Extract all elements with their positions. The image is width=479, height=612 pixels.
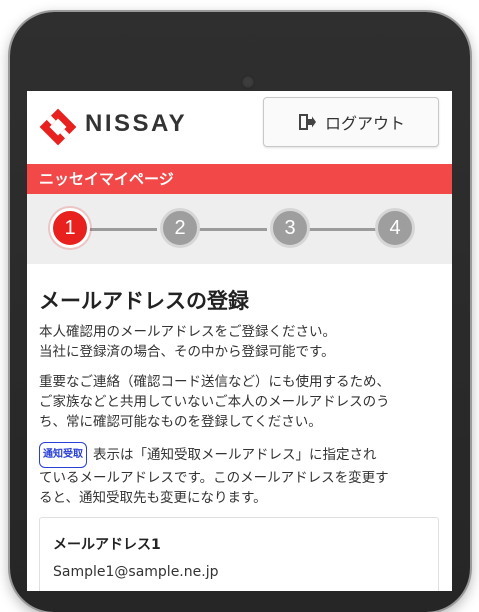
page-banner: ニッセイマイページ <box>27 164 452 194</box>
notice-line: ち、常に確認可能なものを登録してください。 <box>39 414 322 430</box>
notice-line: 重要なご連絡（確認コード送信など）にも使用するため、 <box>39 374 390 390</box>
main-content: メールアドレスの登録 本人確認用のメールアドレスをご登録ください。 当社に登録済… <box>27 264 452 591</box>
logout-label: ログアウト <box>324 114 405 133</box>
notification-line-text: 表示は「通知受取メールアドレス」に指定され <box>93 447 377 463</box>
brand-name: NISSAY <box>85 110 188 137</box>
logout-door-icon <box>298 114 316 130</box>
step-4: 4 <box>375 208 415 248</box>
page-title: メールアドレスの登録 <box>39 289 249 313</box>
nissay-logo-icon <box>39 108 77 146</box>
notice-text: 重要なご連絡（確認コード送信など）にも使用するため、 ご家族などと共用していない… <box>39 372 444 432</box>
intro-line: 当社に登録済の場合、その中から登録可能です。 <box>39 344 335 360</box>
notice-line: ご家族などと共用していないご本人のメールアドレスのう <box>39 394 390 410</box>
intro-text: 本人確認用のメールアドレスをご登録ください。 当社に登録済の場合、その中から登録… <box>39 322 444 362</box>
phone-screen: NISSAY ログアウト ニッセイマイページ 1 2 3 4 メールアドレスの登… <box>27 91 452 591</box>
camera-icon <box>241 75 255 89</box>
step-1: 1 <box>50 208 90 248</box>
notification-line: ているメールアドレスです。このメールアドレスを変更す <box>39 470 389 486</box>
step-3: 3 <box>270 208 310 248</box>
notification-text: 通知受取 表示は「通知受取メールアドレス」に指定され ているメールアドレスです。こ… <box>39 442 444 508</box>
page-header: NISSAY ログアウト <box>27 91 452 164</box>
email-card[interactable]: メールアドレス1 Sample1@sample.ne.jp <box>39 517 439 591</box>
notification-line: ると、通知受取先も変更になります。 <box>39 490 267 506</box>
email-card-title: メールアドレス1 <box>53 537 161 553</box>
step-2: 2 <box>160 208 200 248</box>
notification-line: 通知受取 表示は「通知受取メールアドレス」に指定され <box>39 442 444 468</box>
logout-button[interactable]: ログアウト <box>263 97 439 147</box>
step-progress: 1 2 3 4 <box>27 194 452 264</box>
notification-badge: 通知受取 <box>39 442 87 468</box>
intro-line: 本人確認用のメールアドレスをご登録ください。 <box>39 324 336 340</box>
email-address: Sample1@sample.ne.jp <box>53 564 219 580</box>
